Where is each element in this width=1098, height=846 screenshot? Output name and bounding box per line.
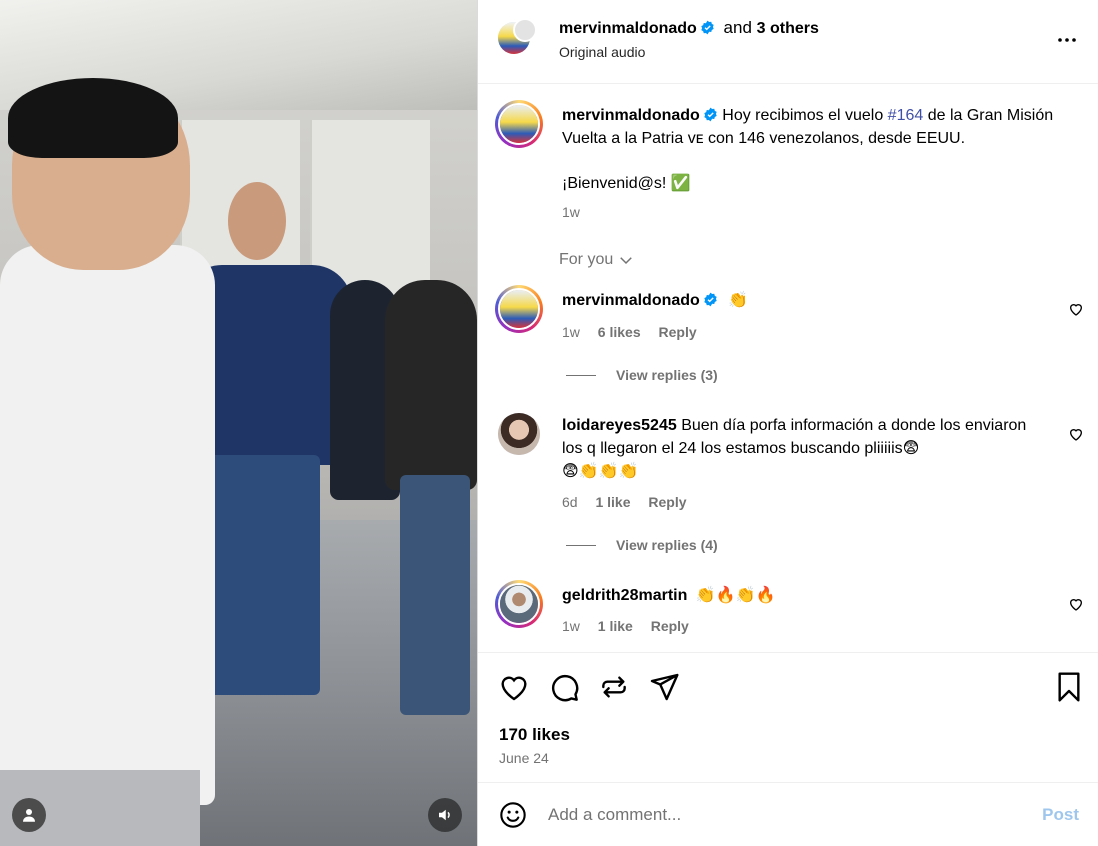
- user-tags-button[interactable]: [12, 798, 46, 832]
- repost-icon[interactable]: [598, 671, 630, 703]
- post-video[interactable]: [0, 0, 477, 846]
- emoji-picker-icon[interactable]: [499, 801, 527, 829]
- comment-like-icon[interactable]: [1068, 596, 1084, 612]
- view-replies-label: View replies (3): [616, 367, 718, 383]
- caption: mervinmaldonado Hoy recibimos el vuelo #…: [562, 104, 1062, 150]
- save-bookmark-icon[interactable]: [1053, 671, 1085, 703]
- like-heart-icon[interactable]: [498, 671, 530, 703]
- view-replies-button[interactable]: View replies (3): [566, 367, 718, 383]
- caption-time[interactable]: 1w: [562, 204, 580, 220]
- volume-icon: [439, 809, 450, 821]
- caption-welcome-text: ¡Bienvenid@s! ✅: [562, 175, 691, 192]
- reply-button[interactable]: Reply: [651, 618, 689, 634]
- scene-person: [8, 78, 178, 158]
- scene-person: [400, 475, 470, 715]
- caption-username[interactable]: mervinmaldonado: [562, 107, 700, 124]
- comment-avatar[interactable]: [495, 285, 543, 333]
- view-replies-label: View replies (4): [616, 537, 718, 553]
- mute-button[interactable]: [428, 798, 462, 832]
- audio-label[interactable]: Original audio: [559, 44, 645, 60]
- for-you-label: For you: [559, 251, 614, 268]
- share-send-icon[interactable]: [648, 671, 680, 703]
- and-label: and: [723, 18, 752, 37]
- scene-person: [385, 280, 477, 490]
- caption-text: Hoy recibimos el vuelo: [722, 107, 884, 124]
- comment-like-icon[interactable]: [1068, 301, 1084, 317]
- comment-username[interactable]: geldrith28martin: [562, 587, 687, 604]
- comment-body: geldrith28martin 👏🔥👏🔥: [562, 584, 776, 607]
- comment-body: loidareyes5245 Buen día porfa informació…: [562, 414, 1042, 483]
- post-comment-button[interactable]: Post: [1042, 805, 1079, 825]
- comment-time[interactable]: 1w: [562, 324, 580, 340]
- chevron-down-icon: [620, 257, 633, 265]
- post-date[interactable]: June 24: [499, 750, 549, 766]
- post-header: mervinmaldonado and 3 others Original au…: [478, 0, 1098, 84]
- view-replies-button[interactable]: View replies (4): [566, 537, 718, 553]
- caption-avatar[interactable]: [495, 100, 543, 148]
- comment-like-icon[interactable]: [1068, 426, 1084, 442]
- comment-likes[interactable]: 1 like: [595, 494, 630, 510]
- others-link[interactable]: 3 others: [757, 20, 819, 37]
- more-options-icon[interactable]: [1055, 28, 1079, 52]
- post-actions: 170 likes June 24: [478, 652, 1098, 782]
- reply-button[interactable]: Reply: [659, 324, 697, 340]
- scene-person: [0, 245, 215, 805]
- comment-meta: 1w 1 like Reply: [562, 618, 689, 634]
- comment-text: 👏🔥👏🔥: [695, 587, 776, 604]
- comment-bubble-icon[interactable]: [548, 671, 580, 703]
- likes-count[interactable]: 170 likes: [499, 725, 570, 745]
- add-comment-bar: Post: [478, 782, 1098, 846]
- comment-meta: 6d 1 like Reply: [562, 494, 687, 510]
- comment-input[interactable]: [548, 802, 988, 828]
- divider: [566, 374, 596, 376]
- verified-badge-icon: [704, 292, 717, 307]
- comment-avatar[interactable]: [495, 580, 543, 628]
- comment-likes[interactable]: 1 like: [598, 618, 633, 634]
- comment-username[interactable]: loidareyes5245: [562, 417, 677, 434]
- verified-badge-icon: [701, 20, 714, 35]
- comment-likes[interactable]: 6 likes: [598, 324, 641, 340]
- hashtag-link[interactable]: #164: [888, 107, 924, 124]
- comment-username[interactable]: mervinmaldonado: [562, 292, 700, 309]
- comment-avatar[interactable]: [498, 413, 540, 455]
- divider: [566, 544, 596, 546]
- author-username[interactable]: mervinmaldonado: [559, 20, 697, 37]
- collab-avatar[interactable]: [513, 18, 537, 42]
- verified-badge-icon: [704, 107, 717, 122]
- reply-button[interactable]: Reply: [648, 494, 686, 510]
- comment-text: 👏: [728, 292, 749, 309]
- post-details-panel: mervinmaldonado and 3 others Original au…: [477, 0, 1098, 846]
- comment-emoji: 😨👏👏👏: [562, 463, 639, 480]
- comment-time[interactable]: 1w: [562, 618, 580, 634]
- comment-body: mervinmaldonado 👏: [562, 289, 748, 312]
- header-title: mervinmaldonado and 3 others: [559, 18, 819, 38]
- for-you-dropdown[interactable]: For you: [559, 251, 635, 269]
- comment-time[interactable]: 6d: [562, 494, 578, 510]
- scene-person: [228, 182, 286, 260]
- comment-meta: 1w 6 likes Reply: [562, 324, 697, 340]
- person-icon: [23, 809, 35, 822]
